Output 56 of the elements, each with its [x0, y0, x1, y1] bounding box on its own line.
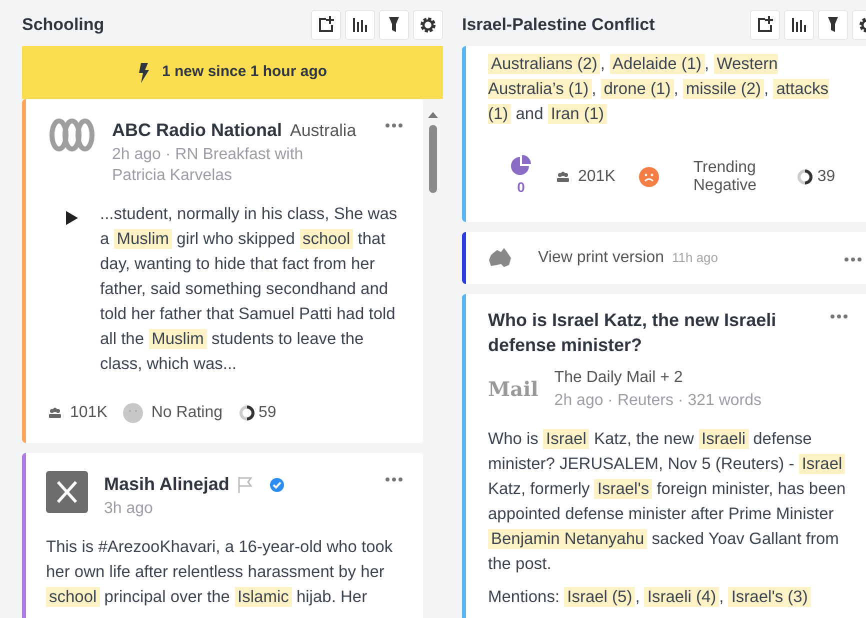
item-excerpt: ...student, normally in his class, She was a Muslim girl who skipped school that day, wanting to hide that fact from her father, said something secondhand and told her father that Samuel Patti had told all the Muslim students to leave the class, which was... — [100, 204, 398, 375]
broadcaster-logo — [48, 117, 96, 153]
score-icon — [797, 168, 814, 184]
settings-icon — [418, 15, 438, 35]
australia-map-icon — [488, 247, 514, 269]
lightning-icon — [138, 62, 150, 82]
chart-icon — [789, 15, 809, 35]
chart-button[interactable] — [345, 10, 375, 40]
score-value: 39 — [817, 166, 836, 186]
rating-label: No Rating — [151, 403, 223, 423]
banner-text: 1 new since 1 hour ago — [162, 62, 328, 82]
scrollbar-thumb[interactable] — [429, 125, 437, 193]
mentions-list: Mentions: Israel (5) , Israeli (4) , Israel's (3) — [488, 585, 848, 610]
column-title: Schooling — [22, 14, 104, 36]
item-meta: 2h ago · Reuters · 321 words — [554, 391, 762, 411]
reach-count: 201K — [578, 166, 616, 186]
source-name[interactable]: Masih Alinejad — [104, 471, 230, 498]
source-region: Australia — [290, 120, 356, 142]
reach-count: 101K — [70, 403, 108, 423]
audience-icon — [48, 407, 62, 419]
score-icon — [238, 405, 255, 421]
item-time: 11h ago — [672, 249, 718, 267]
neutral-face-icon — [123, 403, 144, 423]
settings-button[interactable] — [413, 10, 443, 40]
new-items-banner[interactable]: 1 new since 1 hour ago — [22, 46, 443, 99]
headline[interactable]: Who is Israel Katz, the new Israeli defense minister? — [488, 308, 798, 358]
print-version-link[interactable]: View print version — [538, 246, 664, 270]
item-excerpt: Who is Israel Katz, the new Israeli defense minister? JERUSALEM, Nov 5 (Reuters) - Israel Katz, formerly Israel's foreign minister, has been appointed defense minister after Prime Minister Benjamin Netanyahu sacked Yoav Gallant from the post. — [488, 428, 847, 575]
publisher-logo: Mail — [488, 376, 538, 402]
add-button[interactable] — [750, 10, 780, 40]
sentiment-label: Trending Negative — [693, 158, 758, 194]
source-name[interactable]: ABC Radio National — [112, 117, 282, 144]
x-logo — [46, 471, 88, 513]
item-meta: 3h ago — [104, 499, 154, 519]
filter-button[interactable] — [818, 10, 848, 40]
column-title: Israel-Palestine Conflict — [462, 14, 655, 36]
scroll-up-icon[interactable] — [427, 111, 439, 119]
filter-button[interactable] — [379, 10, 409, 40]
add-icon — [755, 15, 775, 35]
item-meta: 2h ago · RN Breakfast with Patricia Karvelas — [112, 145, 304, 186]
more-icon — [830, 314, 848, 319]
more-icon — [844, 256, 862, 262]
score-value: 59 — [258, 403, 276, 423]
add-icon — [316, 15, 336, 35]
more-icon — [385, 122, 403, 128]
pie-icon — [510, 155, 532, 177]
chart-icon — [350, 15, 370, 35]
pie-count: 0 — [517, 178, 525, 197]
chart-button[interactable] — [784, 10, 814, 40]
play-icon — [66, 210, 78, 225]
add-button[interactable] — [311, 10, 341, 40]
item-excerpt: This is #ArezooKhavari, a 16-year-old who took her own life after relentless harassment by her school principal over the Islamic hijab. Her — [46, 537, 394, 609]
sad-face-icon — [639, 166, 660, 186]
more-icon — [385, 476, 403, 482]
audience-icon — [556, 170, 570, 182]
source-name[interactable]: The Daily Mail + 2 — [554, 366, 762, 390]
